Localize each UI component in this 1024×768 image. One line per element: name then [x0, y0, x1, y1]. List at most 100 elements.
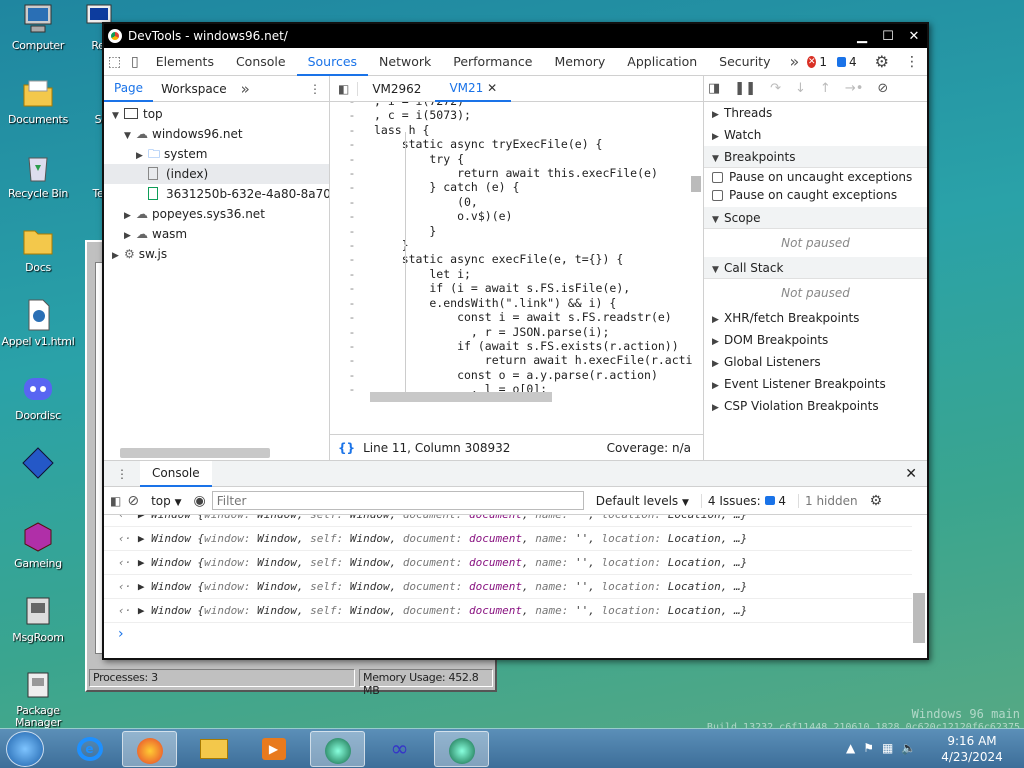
- close-drawer-icon[interactable]: ✕: [905, 466, 927, 482]
- gutter-marker[interactable]: -: [330, 252, 374, 266]
- maximize-button[interactable]: ☐: [875, 27, 901, 45]
- tab-application[interactable]: Application: [616, 48, 708, 76]
- drawer-menu-icon[interactable]: ⋮: [104, 467, 140, 481]
- step-over-icon[interactable]: ↷: [770, 81, 781, 96]
- console-settings-gear-icon[interactable]: ⚙: [870, 493, 883, 509]
- toggle-navigator-icon[interactable]: ◧: [330, 82, 357, 96]
- console-filter-input[interactable]: [211, 491, 584, 510]
- toggle-debugger-icon[interactable]: ◨: [708, 81, 720, 96]
- gameing-desktop-icon[interactable]: Gameing: [0, 520, 78, 570]
- editor-tab-vm2962[interactable]: VM2962: [357, 81, 435, 96]
- fjs-desktop-icon[interactable]: [0, 446, 78, 488]
- gutter-marker[interactable]: -: [330, 281, 374, 295]
- gutter-marker[interactable]: -: [330, 339, 374, 353]
- gutter-marker[interactable]: -: [330, 224, 374, 238]
- more-options-icon[interactable]: ⋮: [897, 54, 927, 70]
- message-count[interactable]: 4: [849, 55, 857, 69]
- vertical-scrollbar[interactable]: [691, 176, 701, 192]
- more-nav-button[interactable]: »: [235, 80, 256, 98]
- step-icon[interactable]: →•: [845, 81, 864, 96]
- recycle-bin-desktop-icon[interactable]: Recycle Bin: [0, 150, 78, 200]
- watch-section[interactable]: ▶ Watch: [704, 124, 927, 146]
- inspect-element-icon[interactable]: ⬚: [104, 54, 125, 70]
- gutter-marker[interactable]: -: [330, 296, 374, 310]
- gutter-marker[interactable]: -: [330, 108, 374, 122]
- console-message[interactable]: ‹· ▶ Window {window: Window, self: Windo…: [104, 527, 912, 551]
- pretty-print-icon[interactable]: {}: [330, 441, 363, 455]
- docs-desktop-icon[interactable]: Docs: [0, 224, 78, 274]
- msgroom-desktop-icon[interactable]: MsgRoom: [0, 594, 78, 644]
- devtools-window[interactable]: DevTools - windows96.net/ ▁ ☐ ✕ ⬚ ▯ Elem…: [102, 22, 929, 660]
- gutter-marker[interactable]: -: [330, 123, 374, 137]
- navigator-scrollbar[interactable]: [120, 448, 270, 458]
- volume-muted-icon[interactable]: 🔈: [901, 741, 916, 755]
- tab-workspace[interactable]: Workspace: [153, 82, 235, 96]
- more-tabs-button[interactable]: »: [781, 52, 807, 71]
- close-tab-icon[interactable]: ✕: [487, 81, 497, 95]
- doordisc-desktop-icon[interactable]: Doordisc: [0, 372, 78, 422]
- action-center-flag-icon[interactable]: ⚑: [863, 741, 874, 755]
- taskbar-explorer-icon[interactable]: [186, 731, 241, 767]
- deactivate-breakpoints-icon[interactable]: ⊘: [877, 81, 888, 96]
- taskbar-media-icon[interactable]: ▶: [246, 731, 301, 767]
- scope-section[interactable]: ▼ Scope: [704, 207, 927, 229]
- step-into-icon[interactable]: ↓: [795, 81, 806, 96]
- gutter-marker[interactable]: -: [330, 209, 374, 223]
- tree-item-wasm[interactable]: ▶ ☁ wasm: [104, 224, 329, 244]
- issues-button[interactable]: 4 Issues: 4: [700, 493, 792, 508]
- sidebar-toggle-icon[interactable]: ◧: [110, 494, 121, 508]
- tray-arrow-icon[interactable]: ▲: [846, 741, 855, 755]
- code-editor[interactable]: -, i = i(7272)-, c = i(5073);-lass h {- …: [330, 102, 692, 392]
- step-out-icon[interactable]: ↑: [820, 81, 831, 96]
- tree-item-popeyes[interactable]: ▶ ☁ popeyes.sys36.net: [104, 204, 329, 224]
- xhr-breakpoints-section[interactable]: ▶ XHR/fetch Breakpoints: [704, 307, 927, 329]
- gutter-marker[interactable]: -: [330, 325, 374, 339]
- gutter-marker[interactable]: -: [330, 166, 374, 180]
- taskbar-firefox-icon[interactable]: [122, 731, 177, 767]
- settings-gear-icon[interactable]: ⚙: [867, 52, 897, 71]
- pause-uncaught-checkbox[interactable]: Pause on uncaught exceptions: [704, 168, 927, 186]
- taskbar-ie-icon[interactable]: e: [62, 731, 117, 767]
- tab-security[interactable]: Security: [708, 48, 781, 76]
- tab-network[interactable]: Network: [368, 48, 442, 76]
- taskbar-app-icon[interactable]: [310, 731, 365, 767]
- tab-elements[interactable]: Elements: [145, 48, 225, 76]
- console-prompt[interactable]: ›: [104, 623, 912, 645]
- dom-breakpoints-section[interactable]: ▶ DOM Breakpoints: [704, 329, 927, 351]
- tree-item-top[interactable]: ▼ top: [104, 104, 329, 124]
- clear-console-icon[interactable]: ⊘: [127, 493, 139, 509]
- context-select[interactable]: top ▼: [145, 494, 187, 508]
- gutter-marker[interactable]: -: [330, 195, 374, 209]
- editor-tab-vm21[interactable]: VM21 ✕: [435, 76, 512, 102]
- gutter-marker[interactable]: -: [330, 180, 374, 194]
- gutter-marker[interactable]: -: [330, 353, 374, 367]
- tree-item-system[interactable]: ▶ 🗀 system: [104, 144, 329, 164]
- breakpoints-section[interactable]: ▼ Breakpoints: [704, 146, 927, 168]
- clock[interactable]: 9:16 AM 4/23/2024: [940, 733, 1004, 765]
- tree-item-sw[interactable]: ▶ ⚙ sw.js: [104, 244, 329, 264]
- taskbar-infinity-icon[interactable]: ∞: [372, 731, 427, 767]
- taskbar-devtools-icon[interactable]: [434, 731, 489, 767]
- console-message[interactable]: ‹· ▶ Window {window: Window, self: Windo…: [104, 551, 912, 575]
- computer-desktop-icon[interactable]: Computer: [0, 2, 78, 52]
- call-stack-section[interactable]: ▼ Call Stack: [704, 257, 927, 279]
- pause-icon[interactable]: ❚❚: [734, 81, 756, 96]
- live-expression-eye-icon[interactable]: ◉: [194, 493, 206, 509]
- title-bar[interactable]: DevTools - windows96.net/ ▁ ☐ ✕: [104, 24, 927, 48]
- console-message[interactable]: ‹· ▶ Window {window: Window, self: Windo…: [104, 599, 912, 623]
- log-levels-dropdown[interactable]: Default levels ▼: [590, 494, 695, 508]
- close-button[interactable]: ✕: [901, 27, 927, 45]
- gutter-marker[interactable]: -: [330, 152, 374, 166]
- console-message[interactable]: ‹· ▶ Window {window: Window, self: Windo…: [104, 515, 912, 527]
- threads-section[interactable]: ▶ Threads: [704, 102, 927, 124]
- tab-performance[interactable]: Performance: [442, 48, 543, 76]
- gutter-marker[interactable]: -: [330, 310, 374, 324]
- gutter-marker[interactable]: -: [330, 238, 374, 252]
- appel-desktop-icon[interactable]: Appel v1.html: [0, 298, 78, 348]
- minimize-button[interactable]: ▁: [849, 27, 875, 45]
- device-toolbar-icon[interactable]: ▯: [125, 54, 145, 70]
- network-icon[interactable]: ▦: [882, 741, 893, 755]
- event-listener-breakpoints-section[interactable]: ▶ Event Listener Breakpoints: [704, 373, 927, 395]
- pause-caught-checkbox[interactable]: Pause on caught exceptions: [704, 186, 927, 204]
- gutter-marker[interactable]: -: [330, 382, 374, 392]
